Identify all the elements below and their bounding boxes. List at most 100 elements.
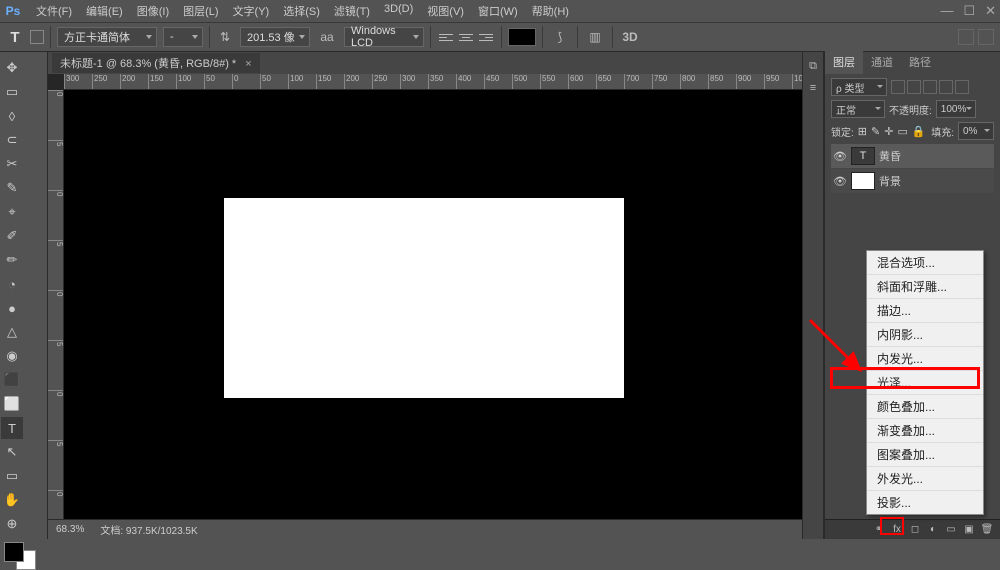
artboard-tool[interactable]: ▭: [1, 81, 23, 103]
fx-inner-shadow[interactable]: 内阴影...: [867, 323, 983, 347]
path-tool[interactable]: ↖: [1, 441, 23, 463]
fx-blend-options[interactable]: 混合选项...: [867, 251, 983, 275]
layer-name[interactable]: 黄昏: [879, 148, 901, 164]
lock-all-icon[interactable]: 🔒: [912, 125, 926, 138]
crop-tool[interactable]: ✎: [1, 177, 23, 199]
filter-shape-icon[interactable]: [939, 80, 953, 94]
fx-pattern-overlay[interactable]: 图案叠加...: [867, 443, 983, 467]
minimize-button[interactable]: —: [940, 3, 953, 19]
menu-layer[interactable]: 图层(L): [177, 1, 224, 21]
filter-adjust-icon[interactable]: [907, 80, 921, 94]
history-panel-icon[interactable]: ⧉: [805, 58, 821, 74]
brush-tool[interactable]: ✏: [1, 249, 23, 271]
fx-color-overlay[interactable]: 颜色叠加...: [867, 395, 983, 419]
adjustment-layer-icon[interactable]: ◐: [926, 523, 940, 537]
quickselect-tool[interactable]: ✂: [1, 153, 23, 175]
fill-value[interactable]: 0%: [958, 122, 994, 140]
menu-image[interactable]: 图像(I): [131, 1, 175, 21]
pen-tool[interactable]: ⬜: [1, 393, 23, 415]
document-tab[interactable]: 未标题-1 @ 68.3% (黄昏, RGB/8#) * ×: [52, 53, 260, 73]
healing-tool[interactable]: ✐: [1, 225, 23, 247]
delete-layer-icon[interactable]: 🗑: [980, 523, 994, 537]
tab-layers[interactable]: 图层: [825, 50, 863, 74]
font-size-dropdown[interactable]: 201.53 像: [240, 27, 310, 47]
eraser-tool[interactable]: △: [1, 321, 23, 343]
lasso-tool[interactable]: ⊂: [1, 129, 23, 151]
canvas-background[interactable]: [64, 90, 802, 519]
character-panel-button[interactable]: ▥: [584, 28, 606, 46]
anti-alias-dropdown[interactable]: Windows LCD: [344, 27, 424, 47]
menu-view[interactable]: 视图(V): [421, 1, 470, 21]
blend-mode-dropdown[interactable]: 正常: [831, 100, 885, 118]
cloud-icon[interactable]: [958, 29, 974, 45]
3d-button[interactable]: 3D: [619, 28, 641, 46]
tab-paths[interactable]: 路径: [901, 50, 939, 74]
layer-item[interactable]: 👁 背景: [831, 169, 994, 193]
menu-edit[interactable]: 编辑(E): [80, 1, 129, 21]
tab-channels[interactable]: 通道: [863, 50, 901, 74]
text-color-well[interactable]: [508, 28, 536, 46]
document-info[interactable]: 文档: 937.5K/1023.5K: [100, 522, 197, 537]
maximize-button[interactable]: ☐: [963, 3, 975, 19]
hand-tool[interactable]: ✋: [1, 489, 23, 511]
menu-3d[interactable]: 3D(D): [378, 1, 419, 21]
align-center-button[interactable]: [457, 28, 475, 46]
menu-file[interactable]: 文件(F): [30, 1, 78, 21]
close-button[interactable]: ✕: [985, 3, 996, 19]
blur-tool[interactable]: ⬛: [1, 369, 23, 391]
type-tool[interactable]: T: [1, 417, 23, 439]
menu-filter[interactable]: 滤镜(T): [328, 1, 376, 21]
fx-inner-glow[interactable]: 内发光...: [867, 347, 983, 371]
align-right-button[interactable]: [477, 28, 495, 46]
lock-transparency-icon[interactable]: ⊞: [858, 125, 867, 138]
layer-fx-icon[interactable]: fx: [890, 523, 904, 537]
preset-picker-icon[interactable]: [30, 30, 44, 44]
fx-stroke[interactable]: 描边...: [867, 299, 983, 323]
orientation-toggle-icon[interactable]: ⇅: [216, 28, 234, 46]
font-family-dropdown[interactable]: 方正卡通简体: [57, 27, 157, 47]
lock-image-icon[interactable]: ✎: [871, 125, 880, 138]
color-swatch[interactable]: [4, 542, 36, 570]
shape-tool[interactable]: ▭: [1, 465, 23, 487]
visibility-icon[interactable]: 👁: [833, 150, 847, 163]
fx-gradient-overlay[interactable]: 渐变叠加...: [867, 419, 983, 443]
layer-mask-icon[interactable]: ◻: [908, 523, 922, 537]
filter-smart-icon[interactable]: [955, 80, 969, 94]
font-style-dropdown[interactable]: -: [163, 27, 203, 47]
menu-window[interactable]: 窗口(W): [472, 1, 524, 21]
layer-name[interactable]: 背景: [879, 173, 901, 189]
foreground-color[interactable]: [4, 542, 24, 562]
menu-type[interactable]: 文字(Y): [227, 1, 276, 21]
tab-close-icon[interactable]: ×: [245, 58, 251, 70]
workspace-icon[interactable]: [978, 29, 994, 45]
menu-help[interactable]: 帮助(H): [526, 1, 575, 21]
history-brush-tool[interactable]: ●: [1, 297, 23, 319]
lock-artboard-icon[interactable]: ▭: [897, 125, 907, 138]
eyedropper-tool[interactable]: ⌖: [1, 201, 23, 223]
align-left-button[interactable]: [437, 28, 455, 46]
menu-select[interactable]: 选择(S): [277, 1, 326, 21]
gradient-tool[interactable]: ◉: [1, 345, 23, 367]
lock-position-icon[interactable]: ✛: [884, 125, 893, 138]
clone-tool[interactable]: ◔: [1, 273, 23, 295]
fx-bevel[interactable]: 斜面和浮雕...: [867, 275, 983, 299]
fx-satin[interactable]: 光泽...: [867, 371, 983, 395]
zoom-level[interactable]: 68.3%: [56, 524, 84, 535]
marquee-tool[interactable]: ◊: [1, 105, 23, 127]
layer-filter-dropdown[interactable]: ρ 类型: [831, 78, 887, 96]
fx-drop-shadow[interactable]: 投影...: [867, 491, 983, 514]
warp-text-button[interactable]: ⟆: [549, 28, 571, 46]
move-tool[interactable]: ✥: [1, 57, 23, 79]
filter-text-icon[interactable]: [923, 80, 937, 94]
new-layer-icon[interactable]: ▣: [962, 523, 976, 537]
anti-alias-icon[interactable]: aa: [316, 28, 338, 46]
group-icon[interactable]: ▭: [944, 523, 958, 537]
fx-outer-glow[interactable]: 外发光...: [867, 467, 983, 491]
filter-pixel-icon[interactable]: [891, 80, 905, 94]
visibility-icon[interactable]: 👁: [833, 175, 847, 188]
link-layers-icon[interactable]: ⚭: [872, 523, 886, 537]
canvas[interactable]: [224, 198, 624, 398]
opacity-value[interactable]: 100%: [936, 100, 976, 118]
properties-panel-icon[interactable]: ≡: [805, 80, 821, 96]
zoom-tool[interactable]: ⊕: [1, 513, 23, 535]
